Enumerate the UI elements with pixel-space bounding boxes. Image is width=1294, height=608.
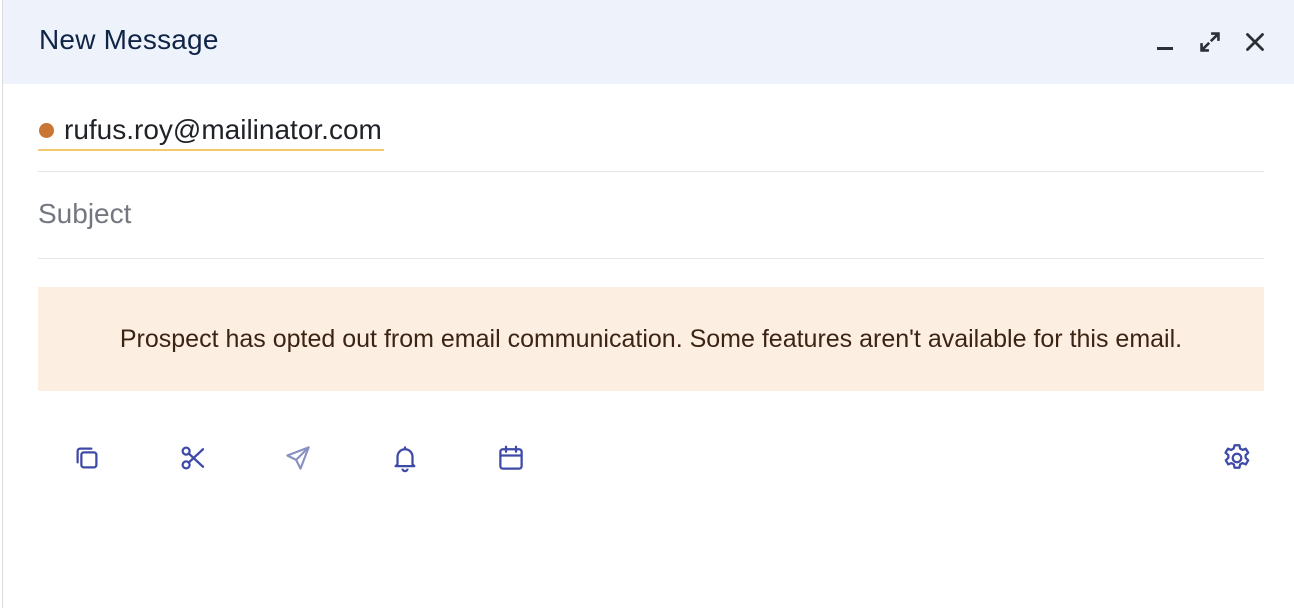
copy-icon xyxy=(76,447,98,469)
compose-title: New Message xyxy=(39,24,219,55)
close-icon xyxy=(1246,33,1264,51)
calendar-icon xyxy=(499,445,523,470)
scissors-icon xyxy=(181,446,205,470)
expand-button[interactable] xyxy=(1194,26,1226,58)
templates-button[interactable] xyxy=(65,436,109,480)
gear-icon xyxy=(1224,444,1250,469)
send-icon xyxy=(286,446,310,470)
compose-window: New Message rufus.roy@mailinator.com P xyxy=(2,0,1294,608)
compose-header: New Message xyxy=(3,0,1294,84)
to-field-row: rufus.roy@mailinator.com xyxy=(38,86,1264,172)
opt-out-notice: Prospect has opted out from email commun… xyxy=(38,287,1264,391)
subject-field-row xyxy=(38,172,1264,259)
subject-input[interactable] xyxy=(38,194,1238,234)
settings-button[interactable] xyxy=(1215,436,1259,480)
reminder-button[interactable] xyxy=(383,436,427,480)
minimize-icon xyxy=(1157,47,1173,50)
minimize-button[interactable] xyxy=(1149,26,1181,58)
snippets-button[interactable] xyxy=(171,436,215,480)
recipient-status-dot xyxy=(39,122,54,138)
send-button[interactable] xyxy=(276,436,320,480)
close-button[interactable] xyxy=(1239,26,1271,58)
recipient-email: rufus.roy@mailinator.com xyxy=(64,114,382,145)
expand-icon xyxy=(1200,32,1220,52)
recipient-chip[interactable]: rufus.roy@mailinator.com xyxy=(38,111,384,151)
schedule-button[interactable] xyxy=(489,436,533,480)
bell-icon xyxy=(394,446,416,473)
opt-out-notice-text: Prospect has opted out from email commun… xyxy=(119,325,1183,353)
